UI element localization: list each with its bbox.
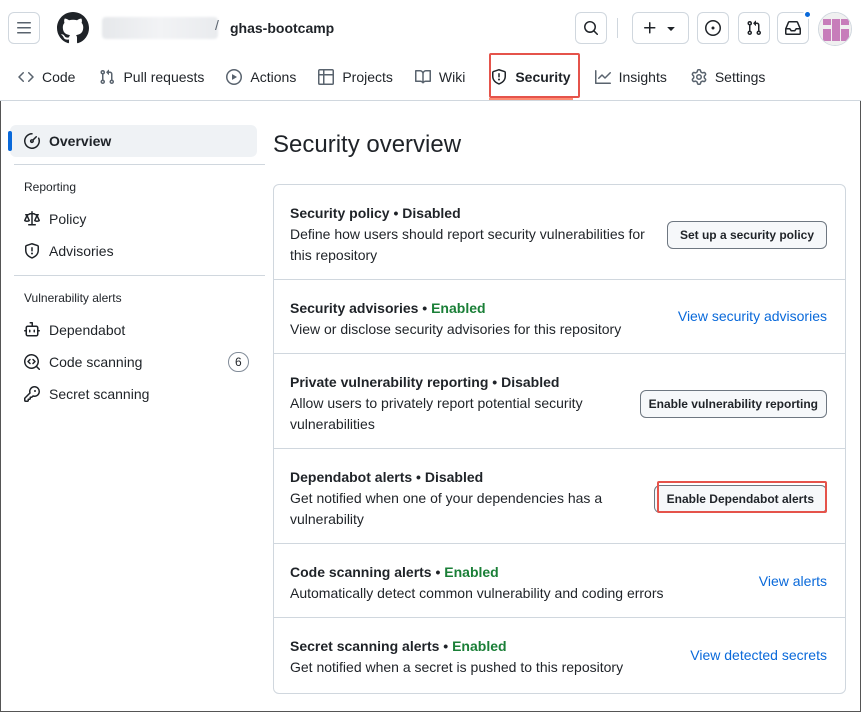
- triangle-down-icon: [667, 27, 675, 31]
- avatar[interactable]: [818, 12, 852, 46]
- view-alerts-link[interactable]: View alerts: [759, 573, 827, 589]
- repo-name-link[interactable]: ghas-bootcamp: [230, 20, 334, 36]
- view-detected-secrets-link[interactable]: View detected secrets: [690, 647, 827, 663]
- tab-wiki[interactable]: Wiki: [405, 56, 475, 98]
- notification-indicator: [803, 10, 812, 19]
- meter-icon: [24, 133, 40, 149]
- code-icon: [18, 71, 34, 83]
- feature-title: Security advisories • Enabled: [290, 300, 486, 316]
- tab-label: Projects: [342, 69, 393, 85]
- sidebar-item-label: Policy: [49, 211, 87, 227]
- identicon-icon: [819, 13, 851, 45]
- feature-row-private-vulnerability-reporting: Private vulnerability reporting • Disabl…: [274, 354, 845, 449]
- feature-title: Private vulnerability reporting • Disabl…: [290, 374, 560, 390]
- sidebar-item-advisories[interactable]: Advisories: [10, 235, 266, 267]
- status-badge: Enabled: [431, 300, 486, 316]
- feature-title: Security policy • Disabled: [290, 205, 461, 221]
- feature-row-code-scanning-alerts: Code scanning alerts • Enabled Automatic…: [274, 544, 845, 618]
- create-new-button[interactable]: [632, 12, 689, 44]
- graph-icon: [594, 70, 611, 84]
- view-security-advisories-link[interactable]: View security advisories: [678, 308, 827, 324]
- status-badge: Enabled: [452, 638, 507, 654]
- sidebar-item-secret-scanning[interactable]: Secret scanning: [10, 378, 266, 410]
- search-icon: [584, 21, 599, 36]
- feature-description: Get notified when a secret is pushed to …: [290, 659, 624, 675]
- status-badge: Disabled: [501, 374, 560, 390]
- enable-vulnerability-reporting-button[interactable]: Enable vulnerability reporting: [639, 390, 827, 418]
- table-icon: [318, 69, 335, 85]
- feature-row-security-policy: Security policy • Disabled Define how us…: [274, 185, 845, 280]
- sidebar-divider: [14, 275, 265, 276]
- search-button[interactable]: [575, 12, 607, 44]
- feature-row-secret-scanning-alerts: Secret scanning alerts • Enabled Get not…: [274, 618, 845, 693]
- book-icon: [414, 69, 431, 84]
- tab-label: Insights: [618, 69, 667, 85]
- sidebar-item-code-scanning[interactable]: Code scanning 6: [10, 346, 266, 378]
- sidebar-item-label: Overview: [49, 133, 112, 149]
- set-up-security-policy-button[interactable]: Set up a security policy: [666, 221, 827, 249]
- issue-icon: [705, 20, 721, 36]
- pull-request-icon: [747, 20, 762, 36]
- sidebar-item-label: Advisories: [49, 243, 114, 259]
- feature-title: Code scanning alerts • Enabled: [290, 564, 499, 580]
- page-title: Security overview: [273, 131, 462, 158]
- owner-name-blurred[interactable]: [102, 17, 218, 39]
- feature-description: View or disclose security advisories for…: [290, 321, 622, 337]
- codescan-icon: [24, 354, 40, 370]
- sidebar-item-overview[interactable]: Overview: [8, 125, 257, 157]
- path-separator: /: [215, 17, 219, 33]
- tab-label: Pull requests: [123, 69, 205, 85]
- feature-row-security-advisories: Security advisories • Enabled View or di…: [274, 280, 845, 354]
- feature-description: Get notified when one of your dependenci…: [290, 490, 603, 527]
- status-badge: Disabled: [424, 469, 484, 485]
- tab-pull-requests[interactable]: Pull requests: [89, 56, 214, 98]
- code-scanning-counter: 6: [228, 352, 249, 372]
- tab-projects[interactable]: Projects: [308, 56, 403, 98]
- sidebar-item-label: Code scanning: [49, 354, 143, 370]
- tab-actions[interactable]: Actions: [216, 56, 306, 98]
- security-sidebar: Overview Reporting Policy Advisories Vul…: [8, 125, 266, 410]
- tab-settings[interactable]: Settings: [681, 56, 776, 98]
- feature-description: Automatically detect common vulnerabilit…: [290, 585, 664, 601]
- sidebar-item-label: Secret scanning: [49, 386, 150, 402]
- sidebar-heading-reporting: Reporting: [24, 180, 77, 194]
- sidebar-item-dependabot[interactable]: Dependabot: [10, 314, 266, 346]
- dependabot-icon: [24, 322, 40, 337]
- github-logo-icon[interactable]: [57, 12, 89, 44]
- shield-icon: [25, 243, 39, 259]
- feature-description: Allow users to privately report potentia…: [290, 395, 583, 432]
- law-icon: [24, 211, 40, 226]
- sidebar-divider: [14, 164, 265, 165]
- status-badge: Disabled: [402, 205, 461, 221]
- feature-title: Secret scanning alerts • Enabled: [290, 638, 507, 654]
- menu-button[interactable]: [8, 12, 40, 44]
- key-icon: [24, 386, 40, 402]
- tab-label: Settings: [714, 69, 766, 85]
- inbox-icon: [785, 21, 801, 35]
- tab-insights[interactable]: Insights: [585, 56, 677, 98]
- tab-label: Code: [42, 69, 76, 85]
- dependabot-button-highlight: [657, 481, 827, 513]
- plus-icon: [643, 22, 656, 34]
- sidebar-item-policy[interactable]: Policy: [10, 203, 266, 235]
- security-features-panel: Security policy • Disabled Define how us…: [273, 184, 846, 694]
- feature-description: Define how users should report security …: [290, 226, 645, 263]
- repo-tabs: Code Pull requests Actions Projects Wiki…: [8, 56, 775, 100]
- play-icon: [226, 69, 243, 85]
- tab-label: Wiki: [438, 69, 466, 85]
- menu-icon: [17, 22, 31, 34]
- tab-code[interactable]: Code: [8, 56, 85, 98]
- pull-request-icon: [100, 69, 115, 85]
- issues-button[interactable]: [697, 12, 729, 44]
- security-tab-highlight: [489, 53, 580, 98]
- pull-requests-button[interactable]: [738, 12, 770, 44]
- feature-title: Dependabot alerts • Disabled: [290, 469, 484, 485]
- status-badge: Enabled: [444, 564, 499, 580]
- sidebar-heading-vulnerability-alerts: Vulnerability alerts: [24, 291, 122, 305]
- global-header: / ghas-bootcamp Code Pull requests Actio…: [0, 0, 861, 101]
- gear-icon: [691, 69, 707, 85]
- header-divider: [617, 18, 618, 38]
- sidebar-item-label: Dependabot: [49, 322, 126, 338]
- tab-label: Actions: [250, 69, 297, 85]
